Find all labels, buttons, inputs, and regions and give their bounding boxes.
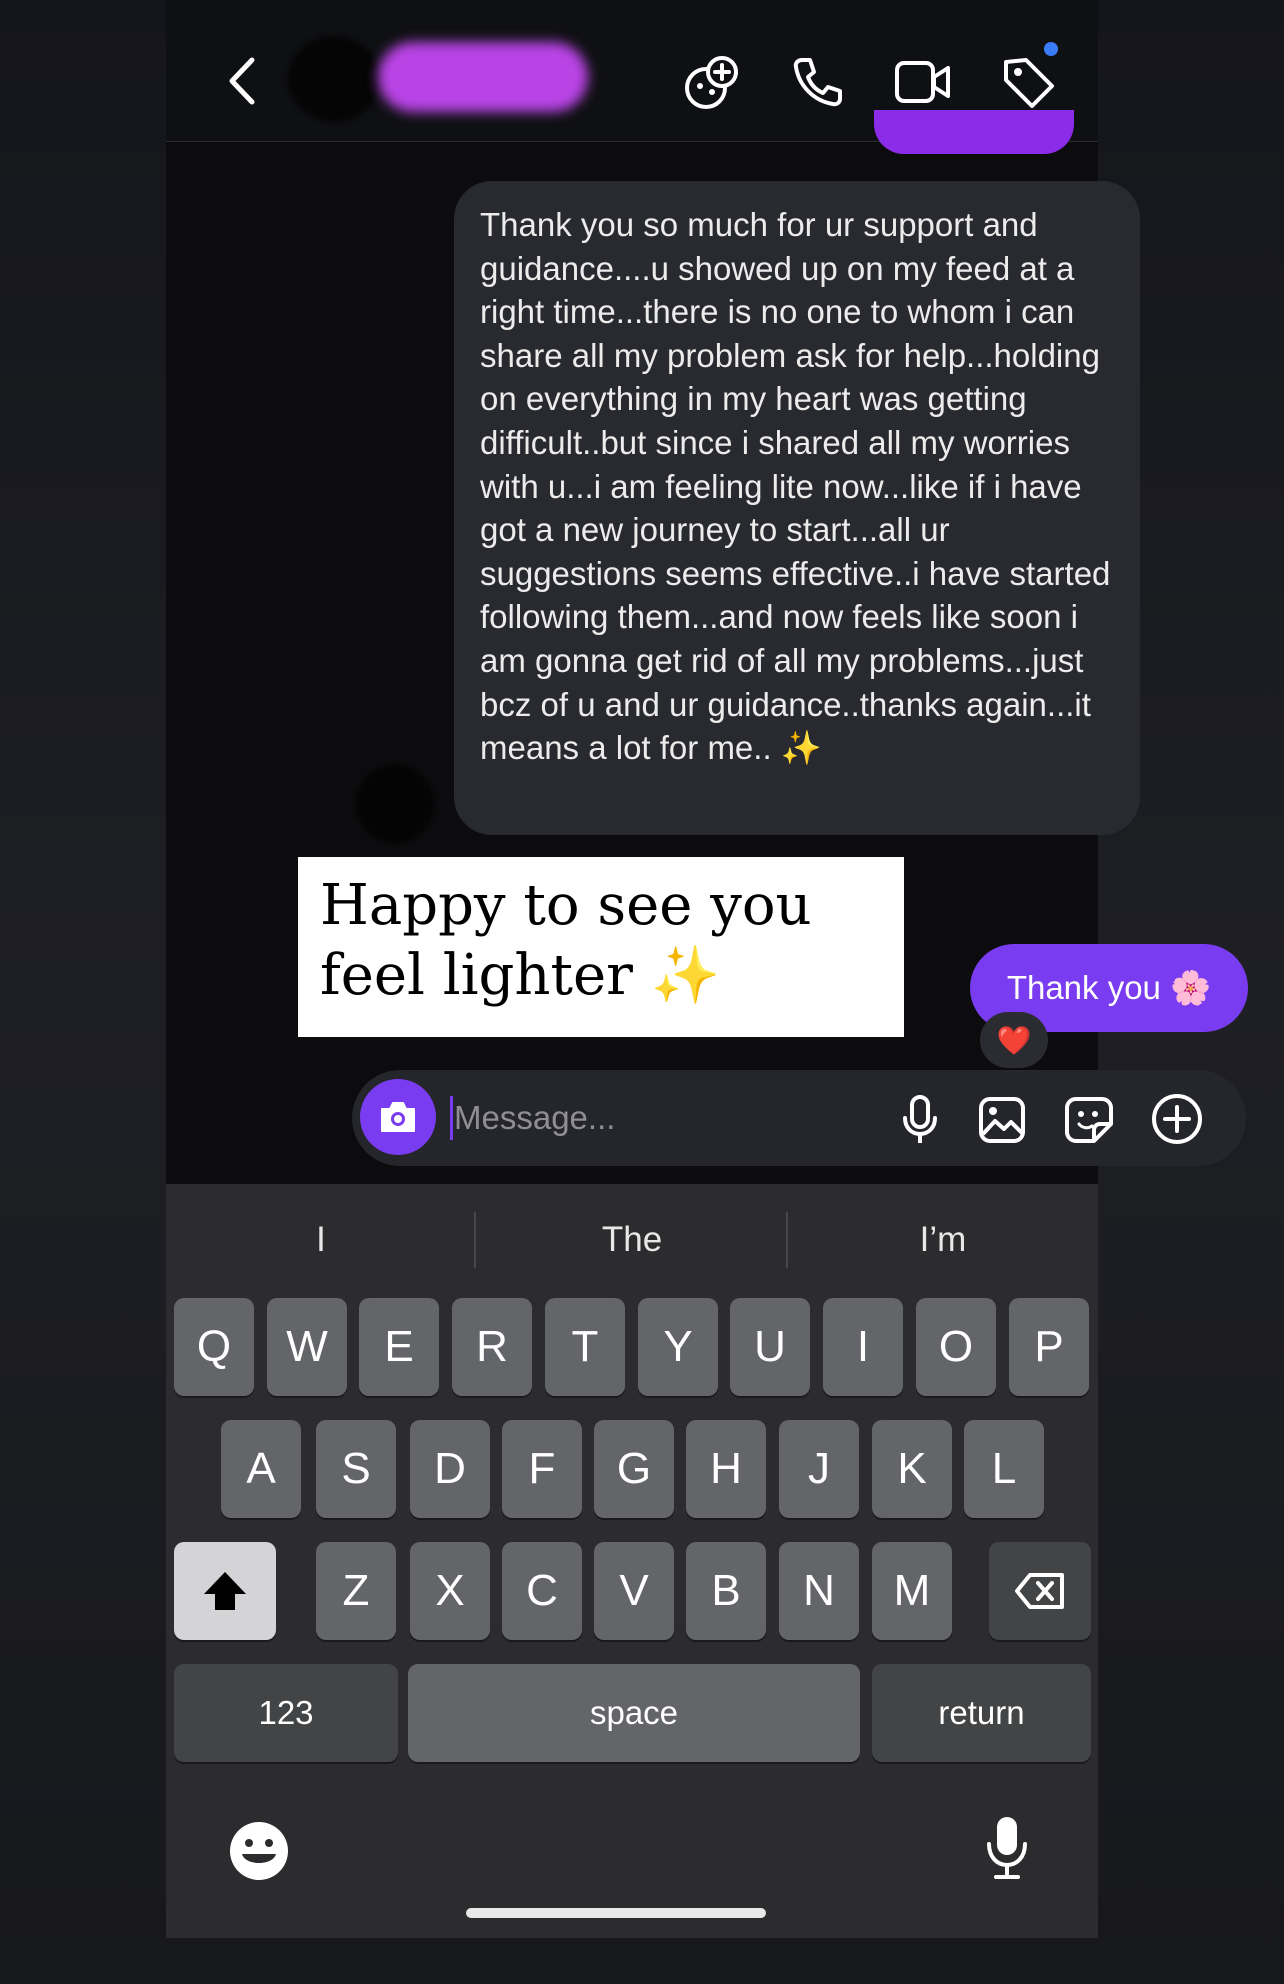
sticker-icon[interactable]	[1064, 1096, 1114, 1144]
suggestion-1[interactable]: I	[166, 1210, 476, 1270]
key-o[interactable]: O	[916, 1298, 996, 1396]
key-r[interactable]: R	[452, 1298, 532, 1396]
key-k[interactable]: K	[872, 1420, 952, 1518]
key-n[interactable]: N	[779, 1542, 859, 1640]
key-v[interactable]: V	[594, 1542, 674, 1640]
notification-dot	[1044, 42, 1058, 56]
phone-screen: Thank you so much for ur support and gui…	[166, 0, 1248, 1938]
backspace-icon	[1014, 1572, 1066, 1610]
add-people-icon[interactable]	[684, 54, 742, 112]
keyboard: I The I’m Q W E R T Y U I O P A S D F G …	[166, 1184, 1098, 1938]
dictation-mic-icon[interactable]	[984, 1814, 1030, 1880]
phone-icon[interactable]	[792, 56, 844, 108]
text-cursor	[450, 1096, 453, 1140]
key-c[interactable]: C	[502, 1542, 582, 1640]
key-a[interactable]: A	[221, 1420, 301, 1518]
key-e[interactable]: E	[359, 1298, 439, 1396]
return-key[interactable]: return	[872, 1664, 1091, 1762]
key-j[interactable]: J	[779, 1420, 859, 1518]
avatar[interactable]	[288, 36, 380, 122]
suggestion-divider	[474, 1212, 476, 1268]
key-f[interactable]: F	[502, 1420, 582, 1518]
suggestion-3[interactable]: I’m	[788, 1210, 1098, 1270]
message-input[interactable]	[454, 1088, 854, 1148]
contact-name[interactable]	[378, 42, 588, 112]
key-b[interactable]: B	[686, 1542, 766, 1640]
key-y[interactable]: Y	[638, 1298, 718, 1396]
key-h[interactable]: H	[686, 1420, 766, 1518]
numbers-key[interactable]: 123	[174, 1664, 398, 1762]
plus-circle-icon[interactable]	[1150, 1092, 1204, 1146]
key-g[interactable]: G	[594, 1420, 674, 1518]
shift-key[interactable]	[174, 1542, 276, 1640]
key-z[interactable]: Z	[316, 1542, 396, 1640]
backspace-key[interactable]	[989, 1542, 1091, 1640]
key-u[interactable]: U	[730, 1298, 810, 1396]
key-q[interactable]: Q	[174, 1298, 254, 1396]
incoming-message[interactable]: Thank you so much for ur support and gui…	[454, 181, 1140, 835]
tag-icon[interactable]	[1002, 56, 1058, 110]
shift-arrow-icon	[201, 1569, 249, 1613]
home-indicator	[466, 1908, 766, 1918]
camera-icon	[378, 1099, 418, 1135]
overlay-caption: Happy to see you feel lighter ✨	[298, 857, 904, 1037]
heart-reaction[interactable]: ❤️	[980, 1012, 1048, 1068]
message-composer	[352, 1070, 1246, 1166]
key-d[interactable]: D	[410, 1420, 490, 1518]
key-s[interactable]: S	[316, 1420, 396, 1518]
emoji-icon[interactable]	[228, 1820, 290, 1882]
key-m[interactable]: M	[872, 1542, 952, 1640]
suggestion-bar: I The I’m	[166, 1184, 1098, 1294]
key-i[interactable]: I	[823, 1298, 903, 1396]
key-w[interactable]: W	[267, 1298, 347, 1396]
video-icon[interactable]	[894, 58, 952, 106]
previous-message-bubble[interactable]	[874, 110, 1074, 154]
camera-button[interactable]	[360, 1079, 436, 1155]
gallery-icon[interactable]	[978, 1096, 1026, 1144]
key-t[interactable]: T	[545, 1298, 625, 1396]
key-x[interactable]: X	[410, 1542, 490, 1640]
sender-avatar[interactable]	[356, 765, 434, 843]
microphone-icon[interactable]	[900, 1094, 940, 1146]
suggestion-2[interactable]: The	[477, 1210, 787, 1270]
chevron-left-icon[interactable]	[224, 56, 260, 106]
key-l[interactable]: L	[964, 1420, 1044, 1518]
key-p[interactable]: P	[1009, 1298, 1089, 1396]
space-key[interactable]: space	[408, 1664, 860, 1762]
